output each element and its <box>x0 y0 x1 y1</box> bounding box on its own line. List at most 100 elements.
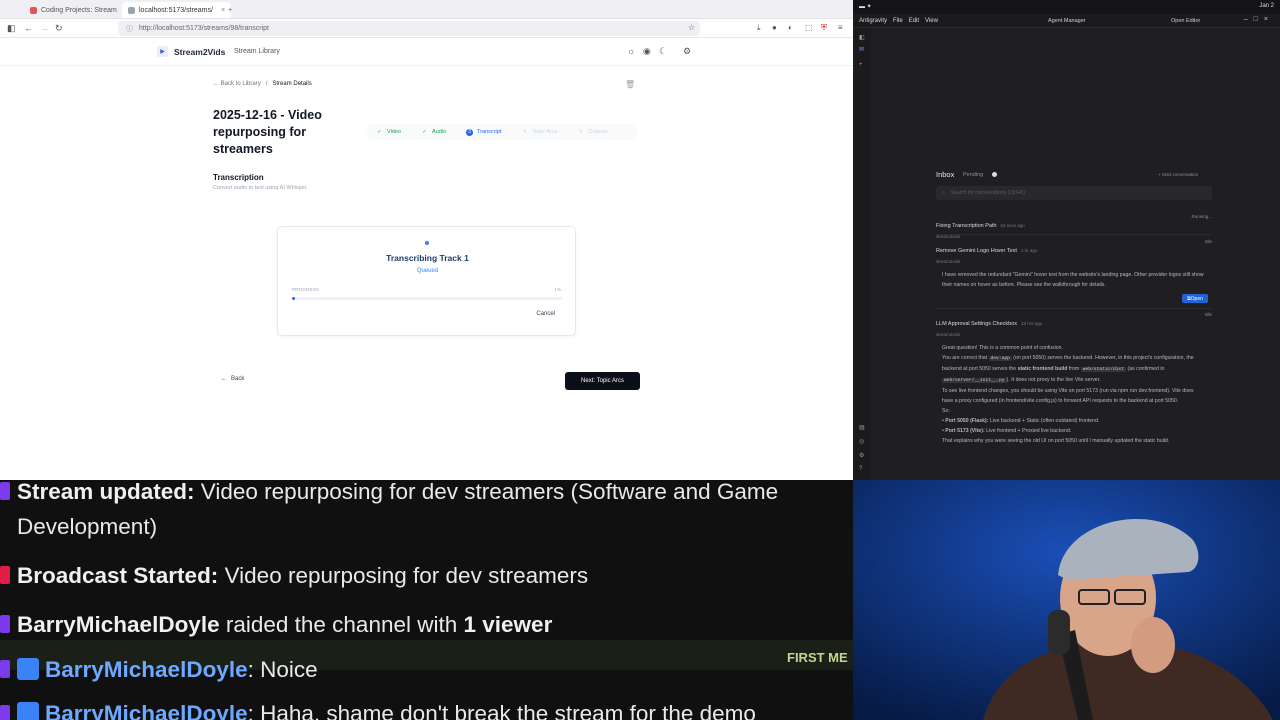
divider <box>936 308 1212 309</box>
next-topic-arcs-button[interactable]: Next: Topic Arcs <box>565 372 640 390</box>
conversation-item[interactable]: Remove Gemini Logo Hover Text 1 hr ago st… <box>936 239 1212 309</box>
open-editor-button[interactable]: Open Editor <box>1171 18 1200 24</box>
conversation-item[interactable]: LLM Approval Settings Checkbox 18 hrs ago… <box>936 312 1212 446</box>
text: (as confirmed in <box>1126 366 1165 372</box>
menu-icon[interactable]: ≡ <box>838 23 843 32</box>
raider-name: BarryMichaelDoyle <box>17 612 220 637</box>
settings-gear-icon[interactable]: ⚙ <box>683 46 691 57</box>
browser-window: Coding Projects: Stream × localhost:5173… <box>0 0 853 480</box>
bookmark-star-icon[interactable]: ☆ <box>688 23 695 32</box>
progress-stepper: ✓ Video ✓ Audio 3 Transcript 4 Topic Arc… <box>370 126 622 138</box>
new-tab-icon[interactable]: + <box>222 2 238 18</box>
first-message-badge: FIRST ME <box>787 650 848 665</box>
breadcrumb: ← Back to Library / Stream Details <box>213 81 312 87</box>
step-label: Transcript <box>477 129 502 135</box>
conversation-title: Remove Gemini Logo Hover Text <box>936 248 1017 254</box>
text: Live backend + Static (often outdated) f… <box>988 418 1100 424</box>
window-controls[interactable]: –□× <box>1244 16 1274 23</box>
chat-username: BarryMichaelDoyle <box>45 701 248 720</box>
conversation-time: 54 secs ago <box>1000 223 1025 228</box>
check-icon: ✓ <box>377 129 382 135</box>
conversation-search-input[interactable]: ⌕ Search for conversations (Ctrl+K) <box>936 186 1212 200</box>
webcam-feed <box>853 480 1280 720</box>
site-info-icon[interactable]: ⓘ <box>126 24 133 34</box>
panel-toggle-icon[interactable]: ◧ <box>859 34 865 41</box>
menu-antigravity[interactable]: Antigravity <box>859 18 887 24</box>
twitch-icon <box>0 660 10 678</box>
add-icon[interactable]: + <box>859 62 863 68</box>
preview-paragraph: Great question! This is a common point o… <box>942 345 1064 351</box>
step-video[interactable]: ✓ Video <box>370 126 415 138</box>
tab-label: Coding Projects: Stream <box>41 6 117 14</box>
system-top-bar: ▬ ✦ Jan 2 <box>853 0 1280 14</box>
inline-code: web/static/dist <box>1080 367 1127 372</box>
inbox-icon[interactable]: ✉ <box>859 46 864 53</box>
event-text: Video repurposing for dev streamers (Sof… <box>194 480 779 504</box>
bold-text: static frontend build <box>1017 366 1068 372</box>
url-text: http://localhost:5173/streams/98/transcr… <box>139 25 269 32</box>
settings-icon[interactable]: ⚙ <box>859 452 864 459</box>
menu-file[interactable]: File <box>893 18 903 24</box>
nav-stream-library[interactable]: Stream Library <box>234 48 280 55</box>
bold-text: Port 5050 (Flask): <box>945 418 989 424</box>
sidebar-toggle-icon[interactable]: ◧ <box>7 23 16 34</box>
text: Live frontend + Proxied live backend. <box>984 428 1072 434</box>
browser-tab-localhost[interactable]: localhost:5173/streams/ × <box>122 2 232 18</box>
address-bar[interactable]: ⓘ http://localhost:5173/streams/98/trans… <box>118 21 700 36</box>
conversation-state: Running... <box>1191 214 1212 219</box>
inbox-heading: Inbox <box>936 170 955 179</box>
event-text-continued: Development) <box>17 514 158 539</box>
extension-icon[interactable]: ◐ <box>788 23 793 32</box>
step-transcript[interactable]: 3 Transcript <box>460 126 515 138</box>
pending-filter[interactable]: Pending <box>963 172 983 178</box>
dark-theme-icon[interactable]: ☾ <box>659 46 667 57</box>
chat-text: : Haha, shame don't break the stream for… <box>247 701 756 720</box>
step-topic-arcs[interactable]: 4 Topic Arcs <box>515 126 571 138</box>
step-audio[interactable]: ✓ Audio <box>415 126 460 138</box>
conversation-state: Idle <box>1204 312 1212 317</box>
back-arrow-icon[interactable]: ← <box>24 23 33 33</box>
help-icon[interactable]: ? <box>859 466 862 472</box>
chat-text: : Noice <box>247 657 318 682</box>
ublock-icon[interactable]: ⛨ <box>821 23 827 33</box>
extension-icon[interactable]: ⬚ <box>805 23 813 32</box>
twitch-icon <box>0 705 10 720</box>
extension-icon[interactable]: ● <box>772 23 777 32</box>
conversation-project: stream2vids <box>936 332 961 337</box>
step-label: Video <box>387 129 401 135</box>
menu-edit[interactable]: Edit <box>909 18 919 24</box>
progress-bar-fill <box>292 297 295 300</box>
bullet-item: • Port 5050 (Flask): Live backend + Stat… <box>942 418 1100 424</box>
reload-icon[interactable]: ↻ <box>55 23 63 34</box>
brand-name[interactable]: Stream2Vids <box>174 47 225 57</box>
light-theme-icon[interactable]: ☼ <box>627 46 635 56</box>
tab-label: localhost:5173/streams/ <box>139 6 213 14</box>
conversation-time: 18 hrs ago <box>1021 321 1043 326</box>
step-outputs[interactable]: 5 Outputs <box>571 126 621 138</box>
browser-tab-coding-projects[interactable]: Coding Projects: Stream × <box>24 2 135 18</box>
search-placeholder: Search for conversations (Ctrl+K) <box>950 190 1025 196</box>
chat-message: BarryMichaelDoyle: Haha, shame don't bre… <box>17 696 756 720</box>
docs-icon[interactable]: ▤ <box>859 424 865 431</box>
agent-manager-title: Agent Manager <box>1048 18 1086 24</box>
downloads-icon[interactable]: ⤓ <box>757 23 761 33</box>
system-tray-icon: ▬ ✦ <box>859 4 872 10</box>
cancel-button[interactable]: Cancel <box>536 311 555 317</box>
forward-arrow-icon[interactable]: → <box>40 23 49 33</box>
twitch-icon <box>0 615 10 633</box>
menu-view[interactable]: View <box>925 18 938 24</box>
transcription-status: Queued <box>416 268 439 274</box>
breadcrumb-back-link[interactable]: ← Back to Library <box>213 81 261 87</box>
preview-paragraph: So: <box>942 408 950 414</box>
pending-toggle[interactable] <box>992 172 997 177</box>
open-conversation-button[interactable]: ⧉ Open <box>1182 294 1208 303</box>
chat-event-stream-updated: Stream updated: Video repurposing for de… <box>17 480 778 509</box>
conversation-title: Fixing Transcription Path <box>936 223 997 229</box>
globe-icon[interactable]: ◎ <box>859 438 864 445</box>
conversation-item[interactable]: Fixing Transcription Path 54 secs ago str… <box>936 214 1212 239</box>
back-button[interactable]: ← Back <box>221 376 244 382</box>
start-conversation-button[interactable]: + Start conversation <box>1158 172 1198 177</box>
conversation-state: Idle <box>1204 239 1212 244</box>
delete-trash-icon[interactable]: 🗑 <box>625 80 635 89</box>
system-theme-icon[interactable]: ◉ <box>643 46 651 57</box>
